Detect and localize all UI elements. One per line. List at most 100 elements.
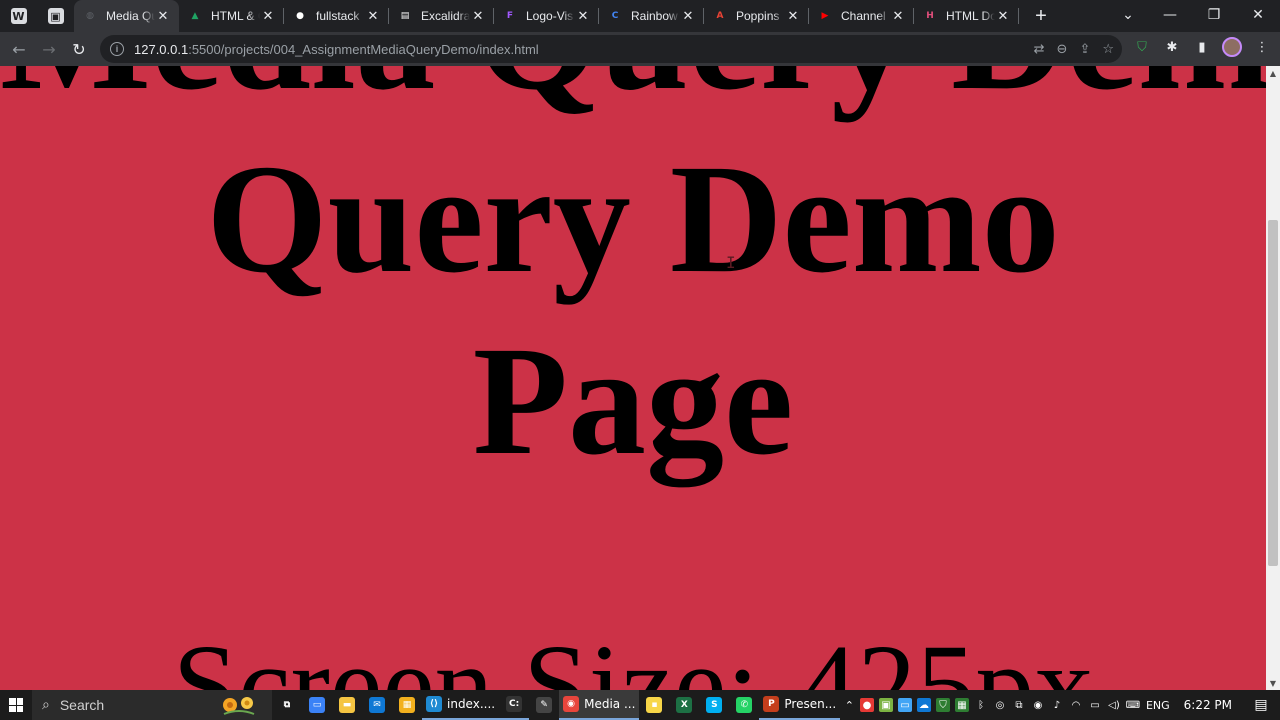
volume-icon[interactable]: ◁) [1106, 698, 1121, 712]
close-tab-icon[interactable]: ✕ [995, 8, 1011, 24]
browser-tab[interactable]: H HTML Do ✕ [914, 0, 1019, 32]
eye-icon[interactable]: ◉ [1030, 698, 1045, 712]
bluetooth-icon[interactable]: ᛒ [973, 698, 988, 712]
tab-title: HTML & CSS [211, 9, 260, 23]
screen-size-heading: Screen Size:-425px [172, 620, 1094, 690]
pinned-tab-photo[interactable]: ▣ [37, 0, 74, 32]
forward-button[interactable]: → [34, 34, 64, 64]
pinned-tab-wordpress[interactable]: W [0, 0, 37, 32]
keyboard-icon[interactable]: ⌨ [1126, 698, 1140, 712]
taskbar-search[interactable]: ⌕ Search [32, 690, 272, 720]
google-fonts-icon: A [716, 11, 724, 21]
window-controls: ⌄ — ❐ ✕ [1108, 0, 1280, 32]
shield-extension-icon[interactable]: ⛉ [1132, 37, 1152, 57]
taskbar-app-excel[interactable]: X [669, 690, 699, 720]
side-panel-icon[interactable]: ▮ [1192, 37, 1212, 57]
taskbar-app-chrome[interactable]: ◉ Media ... [559, 690, 640, 720]
taskbar-app-desktop[interactable]: ▭ [302, 690, 332, 720]
clock[interactable]: 6:22 PM [1176, 698, 1240, 712]
taskbar-app-store[interactable]: ▦ [392, 690, 422, 720]
start-button[interactable] [0, 690, 32, 720]
onedrive-icon[interactable]: ☁ [916, 698, 931, 712]
close-window-button[interactable]: ✕ [1236, 0, 1280, 30]
taskbar-app-file-explorer[interactable]: ▬ [332, 690, 362, 720]
taskbar-app-label: Presen... [784, 697, 837, 711]
whatsapp-icon: ✆ [736, 697, 753, 713]
address-bar[interactable]: i 127.0.0.1:5500/projects/004_Assignment… [100, 35, 1122, 63]
extensions-puzzle-icon[interactable]: ✱ [1162, 37, 1182, 57]
wifi-icon[interactable]: ◠ [1068, 698, 1083, 712]
menu-kebab-icon[interactable]: ⋮ [1252, 37, 1272, 57]
display-icon[interactable]: ▭ [897, 698, 912, 712]
microphone-icon[interactable]: ♪ [1049, 698, 1064, 712]
camera-icon[interactable]: ◎ [992, 698, 1007, 712]
tab-strip: W ▣ ◍Media Query✕▲HTML & CSS✕●fullstack✕… [0, 0, 1280, 32]
new-tab-button[interactable]: + [1027, 2, 1055, 30]
vertical-scrollbar[interactable]: ▲ ▼ [1266, 66, 1280, 690]
browser-tab[interactable]: ◍ Media Query✕ [74, 0, 179, 32]
partial-heading-line: Media Query Demo [0, 66, 1266, 114]
notification-icon[interactable]: ▤ [1246, 697, 1276, 713]
security-icon[interactable]: ⛉ [935, 698, 950, 712]
browser-tab[interactable]: F Logo-Vis ✕ [494, 0, 599, 32]
taskbar-app-vscode[interactable]: ⟨⟩ index.... [422, 690, 500, 720]
taskbar-app-powerpoint[interactable]: P Presen... [759, 690, 841, 720]
desktop-icon: ▭ [309, 697, 325, 713]
taskbar-app-terminal[interactable]: C: [499, 690, 530, 720]
windows-taskbar: ⌕ Search ⧉ ▭ ▬ ✉ ▦ ⟨⟩ index.... C: ✎ ◉ Media ... ▪ X… [0, 690, 1280, 720]
url-text[interactable]: 127.0.0.1:5500/projects/004_AssignmentMe… [134, 42, 539, 57]
browser-tab[interactable]: ● fullstack ✕ [284, 0, 389, 32]
browser-tab[interactable]: ▤ Excalidraw✕ [389, 0, 494, 32]
close-tab-icon[interactable]: ✕ [365, 8, 381, 24]
zoom-icon[interactable]: ⊖ [1057, 42, 1068, 57]
bookmark-star-icon[interactable]: ☆ [1102, 42, 1114, 57]
tab-search-button[interactable]: ⌄ [1108, 0, 1148, 30]
browser-tab[interactable]: ▶ Channel ✕ [809, 0, 914, 32]
tray-chevron-icon[interactable]: ⌃ [845, 699, 854, 712]
close-tab-icon[interactable]: ✕ [680, 8, 696, 24]
site-info-icon[interactable]: i [110, 42, 124, 56]
greenshot-icon[interactable]: ▣ [878, 698, 893, 712]
close-tab-icon[interactable]: ✕ [470, 8, 486, 24]
github-icon: ● [296, 11, 304, 21]
windows-logo-icon [9, 698, 23, 712]
scroll-up-button[interactable]: ▲ [1266, 66, 1280, 80]
google-drive-icon: ▲ [191, 11, 199, 21]
translate-icon[interactable]: ⇄ [1034, 42, 1045, 57]
close-tab-icon[interactable]: ✕ [890, 8, 906, 24]
taskbar-app-mail[interactable]: ✉ [362, 690, 392, 720]
taskbar-app-figma-app[interactable]: ✎ [529, 690, 559, 720]
battery-icon[interactable]: ▭ [1087, 698, 1102, 712]
close-tab-icon[interactable]: ✕ [260, 8, 276, 24]
tab-title: Channel [841, 9, 886, 23]
system-tray: ⌃ ● ▣ ▭ ☁ ⛉ ▦ ᛒ ◎ ⧉ ◉ ♪ ◠ ▭ ◁) ⌨ ENG 6:22 PM ▤ [845, 697, 1280, 713]
browser-tab[interactable]: C Rainbow ✕ [599, 0, 704, 32]
teams-icon[interactable]: ▦ [954, 698, 969, 712]
record-icon[interactable]: ● [859, 698, 874, 712]
taskbar-app-task-view[interactable]: ⧉ [272, 690, 302, 720]
page-body: Media Query Demo Query Demo Page Screen … [0, 66, 1266, 690]
minimize-button[interactable]: — [1148, 0, 1192, 30]
skype-icon: S [706, 697, 723, 713]
close-tab-icon[interactable]: ✕ [155, 8, 171, 24]
back-button[interactable]: ← [4, 34, 34, 64]
browser-tab[interactable]: ▲ HTML & CSS✕ [179, 0, 284, 32]
close-tab-icon[interactable]: ✕ [575, 8, 591, 24]
taskbar-app-skype[interactable]: S [699, 690, 729, 720]
excel-icon: X [676, 697, 693, 713]
file-explorer-icon: ▬ [339, 697, 355, 713]
profile-avatar[interactable] [1222, 37, 1242, 57]
browser-tab[interactable]: A Poppins ✕ [704, 0, 809, 32]
reload-button[interactable]: ↻ [64, 34, 94, 64]
document-icon: ▤ [400, 11, 410, 21]
scroll-down-button[interactable]: ▼ [1266, 676, 1280, 690]
capture-icon[interactable]: ⧉ [1011, 698, 1026, 712]
scrollbar-thumb[interactable] [1268, 220, 1278, 566]
taskbar-app-sticky-notes[interactable]: ▪ [639, 690, 669, 720]
close-tab-icon[interactable]: ✕ [785, 8, 801, 24]
share-icon[interactable]: ⇪ [1079, 42, 1090, 57]
language-indicator[interactable]: ENG [1146, 699, 1170, 712]
restore-button[interactable]: ❐ [1192, 0, 1236, 30]
taskbar-app-whatsapp[interactable]: ✆ [729, 690, 759, 720]
extensions-area: ⛉ ✱ ▮ ⋮ [1132, 37, 1272, 57]
